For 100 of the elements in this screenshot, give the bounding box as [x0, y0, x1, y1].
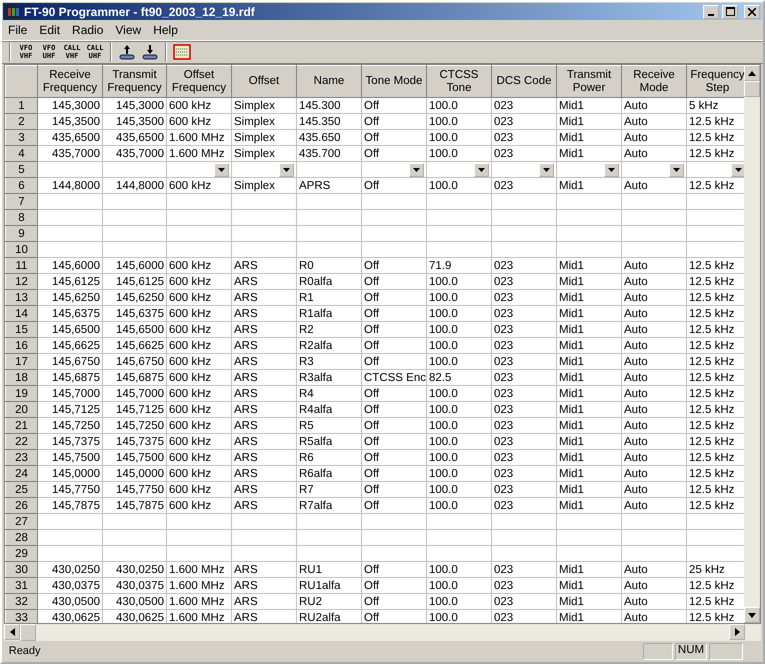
- row-header[interactable]: 14: [6, 306, 38, 322]
- row-header[interactable]: 10: [6, 242, 38, 258]
- maximize-button[interactable]: [722, 4, 738, 19]
- dropdown-button[interactable]: [731, 162, 744, 177]
- scroll-thumb[interactable]: [20, 624, 36, 641]
- dropdown-button[interactable]: [279, 162, 294, 177]
- row-header[interactable]: 7: [6, 194, 38, 210]
- table-cell: 100.0: [426, 306, 492, 322]
- close-button[interactable]: [744, 4, 760, 19]
- row-header[interactable]: 11: [6, 258, 38, 274]
- row-header[interactable]: 33: [6, 610, 38, 624]
- table-cell: ARS: [232, 258, 296, 274]
- row-header[interactable]: 18: [6, 370, 38, 386]
- column-header[interactable]: Receive Mode: [622, 66, 686, 98]
- row-header[interactable]: 22: [6, 434, 38, 450]
- table-cell: 430,0375: [38, 578, 102, 594]
- menu-item[interactable]: Help: [147, 22, 184, 39]
- scroll-thumb[interactable]: [744, 81, 760, 98]
- column-header[interactable]: CTCSS Tone: [426, 66, 492, 98]
- column-header[interactable]: Transmit Power: [556, 66, 622, 98]
- dropdown-button[interactable]: [604, 162, 619, 177]
- row-header[interactable]: 6: [6, 178, 38, 194]
- row-header[interactable]: 2: [6, 114, 38, 130]
- table-cell: ARS: [232, 290, 296, 306]
- row-header[interactable]: 28: [6, 530, 38, 546]
- dropdown-button[interactable]: [474, 162, 489, 177]
- table-cell: 145,7000: [38, 386, 102, 402]
- row-header[interactable]: 23: [6, 450, 38, 466]
- dropdown-button[interactable]: [539, 162, 554, 177]
- row-header[interactable]: 32: [6, 594, 38, 610]
- minimize-button[interactable]: [703, 4, 720, 19]
- row-header[interactable]: 21: [6, 418, 38, 434]
- column-header[interactable]: Offset Frequency: [166, 66, 232, 98]
- row-header[interactable]: 25: [6, 482, 38, 498]
- row-header[interactable]: 24: [6, 466, 38, 482]
- menu-item[interactable]: View: [109, 22, 148, 39]
- dropdown-button[interactable]: [409, 162, 424, 177]
- caret-icon: [413, 168, 420, 172]
- table-cell: 145,6000: [38, 258, 102, 274]
- menu-item[interactable]: Edit: [33, 22, 66, 39]
- table-cell: 1.600 MHz: [166, 130, 232, 146]
- scroll-right-button[interactable]: [729, 624, 745, 640]
- row-header[interactable]: 5: [6, 162, 38, 178]
- row-header[interactable]: 31: [6, 578, 38, 594]
- row-header[interactable]: 1: [6, 98, 38, 114]
- row-header[interactable]: 12: [6, 274, 38, 290]
- scroll-left-button[interactable]: [4, 624, 20, 640]
- column-header[interactable]: Tone Mode: [362, 66, 426, 98]
- column-header[interactable]: Transmit Frequency: [102, 66, 166, 98]
- table-cell: Mid1: [556, 338, 622, 354]
- table-cell: 1.600 MHz: [166, 146, 232, 162]
- table-cell: 023: [492, 418, 556, 434]
- row-header[interactable]: 8: [6, 210, 38, 226]
- table-cell: 145,6750: [102, 354, 166, 370]
- row-header[interactable]: 3: [6, 130, 38, 146]
- table-cell: 1.600 MHz: [166, 578, 232, 594]
- table-cell: 023: [492, 114, 556, 130]
- row-header[interactable]: 19: [6, 386, 38, 402]
- table-cell: 145,0000: [38, 466, 102, 482]
- row-header[interactable]: 17: [6, 354, 38, 370]
- table-cell: 145,6375: [38, 306, 102, 322]
- table-cell: 600 kHz: [166, 114, 232, 130]
- row-header[interactable]: 29: [6, 546, 38, 562]
- table-cell: Mid1: [556, 290, 622, 306]
- table-cell: Off: [362, 386, 426, 402]
- scroll-up-button[interactable]: [744, 65, 760, 82]
- table-cell: Auto: [622, 386, 686, 402]
- table-cell: ARS: [232, 306, 296, 322]
- menu-item[interactable]: Radio: [66, 22, 110, 39]
- table-cell: ARS: [232, 466, 296, 482]
- table-cell: 430,0500: [38, 594, 102, 610]
- row-header[interactable]: 20: [6, 402, 38, 418]
- table-cell: 600 kHz: [166, 418, 232, 434]
- row-header[interactable]: 27: [6, 514, 38, 530]
- table-cell: 600 kHz: [166, 354, 232, 370]
- row-header[interactable]: 13: [6, 290, 38, 306]
- table-cell: 1.600 MHz: [166, 562, 232, 578]
- table-cell: R3alfa: [296, 370, 362, 386]
- table-cell: R4: [296, 386, 362, 402]
- column-header[interactable]: Offset: [232, 66, 296, 98]
- table-cell: 145,6625: [38, 338, 102, 354]
- table-cell: Simplex: [232, 114, 296, 130]
- table-cell: 1.600 MHz: [166, 594, 232, 610]
- column-header[interactable]: Name: [296, 66, 362, 98]
- column-header[interactable]: DCS Code: [492, 66, 556, 98]
- table-cell: 145,6625: [102, 338, 166, 354]
- row-header[interactable]: 9: [6, 226, 38, 242]
- row-header[interactable]: 15: [6, 322, 38, 338]
- row-header[interactable]: 16: [6, 338, 38, 354]
- table-cell: 145,6875: [38, 370, 102, 386]
- dropdown-button[interactable]: [214, 162, 229, 177]
- row-header[interactable]: 30: [6, 562, 38, 578]
- menu-item[interactable]: File: [2, 22, 34, 39]
- table-cell: Auto: [622, 578, 686, 594]
- table-cell: Auto: [622, 434, 686, 450]
- column-header[interactable]: Receive Frequency: [38, 66, 102, 98]
- row-header[interactable]: 26: [6, 498, 38, 514]
- dropdown-button[interactable]: [669, 162, 684, 177]
- scroll-down-button[interactable]: [744, 607, 760, 624]
- row-header[interactable]: 4: [6, 146, 38, 162]
